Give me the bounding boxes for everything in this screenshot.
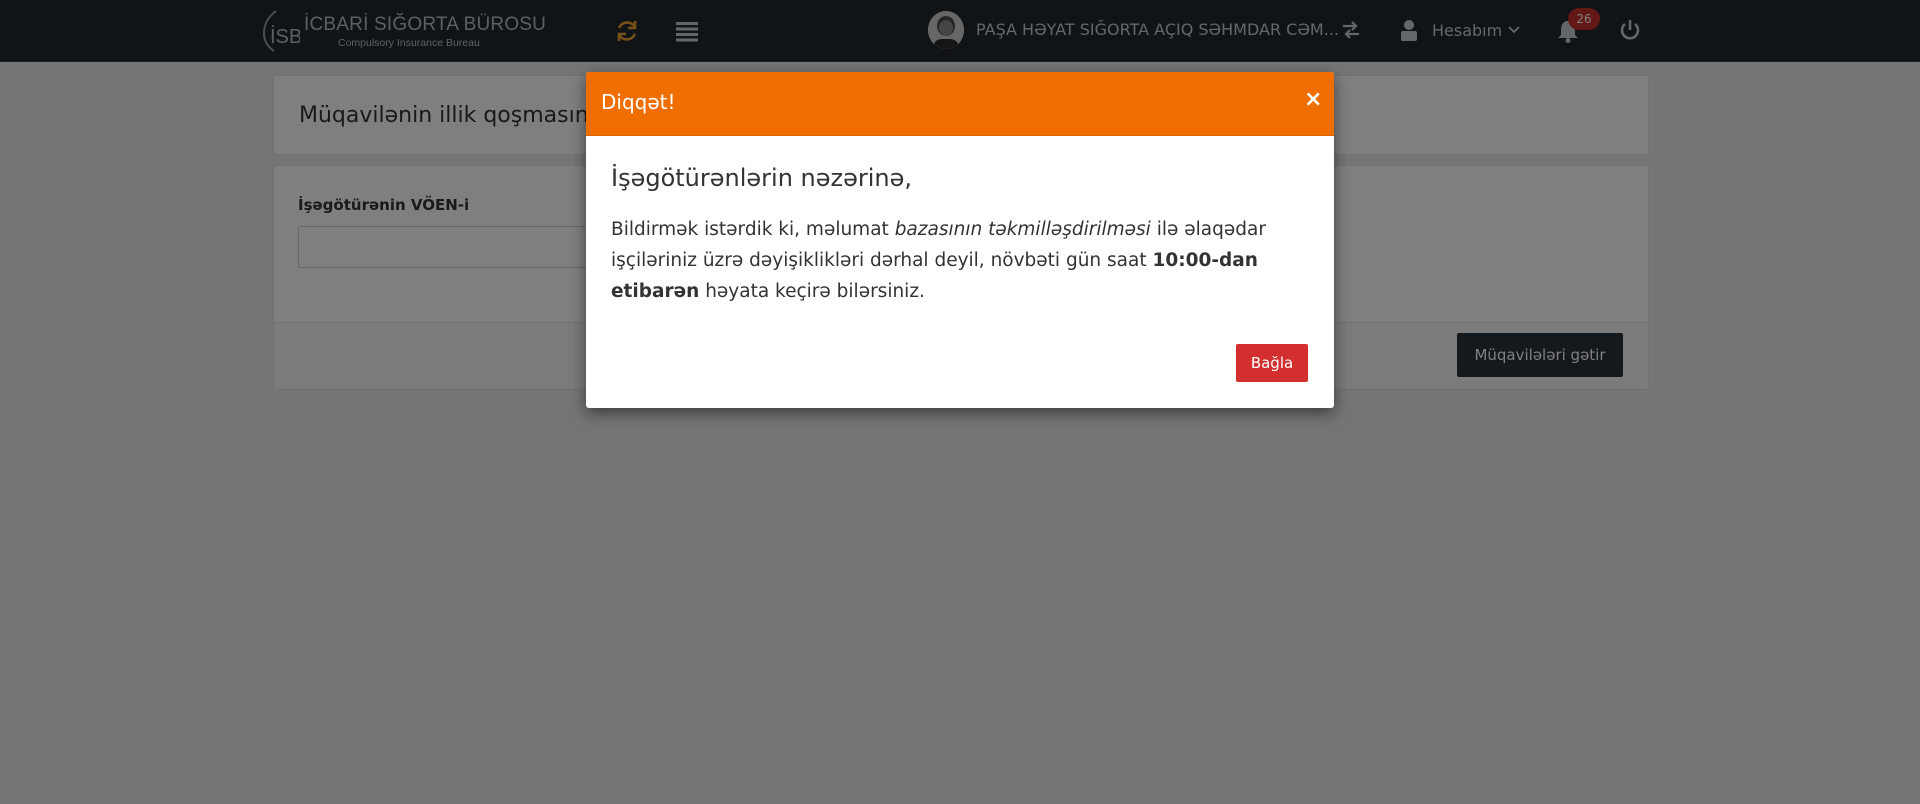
- modal-title: Diqqət!: [601, 90, 676, 114]
- message-text: həyata keçirə bilərsiniz.: [699, 281, 925, 302]
- modal-header: Diqqət! ×: [586, 72, 1334, 136]
- modal-heading: İşəgötürənlərin nəzərinə,: [611, 164, 913, 192]
- close-button[interactable]: Bağla: [1236, 344, 1308, 382]
- modal-message: Bildirmək istərdik ki, məlumat bazasının…: [611, 214, 1301, 307]
- message-italic: bazasının təkmilləşdirilməsi: [894, 219, 1151, 240]
- message-text: Bildirmək istərdik ki, məlumat: [611, 219, 895, 240]
- close-icon[interactable]: ×: [1298, 86, 1328, 113]
- attention-modal: Diqqət! × İşəgötürənlərin nəzərinə, Bild…: [586, 72, 1334, 408]
